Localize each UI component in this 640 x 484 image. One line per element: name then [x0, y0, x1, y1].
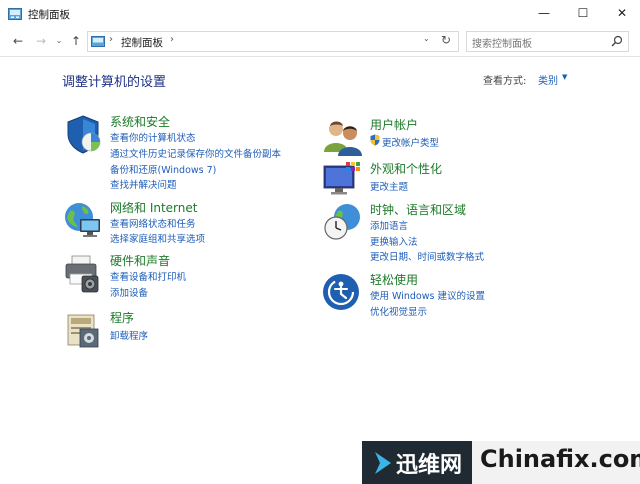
- view-by-label: 查看方式:: [483, 76, 527, 87]
- forward-button[interactable]: →: [33, 33, 49, 49]
- breadcrumb-control-panel[interactable]: 控制面板: [121, 35, 163, 50]
- category-title-network-internet[interactable]: 网络和 Internet: [110, 199, 197, 216]
- link-backup-restore[interactable]: 备份和还原(Windows 7): [110, 162, 216, 176]
- up-button[interactable]: ↑: [68, 33, 84, 49]
- category-title-appearance[interactable]: 外观和个性化: [370, 160, 442, 177]
- refresh-button[interactable]: ↻: [441, 33, 451, 47]
- control-panel-icon: [91, 36, 105, 47]
- link-devices-printers[interactable]: 查看设备和打印机: [110, 269, 186, 283]
- globe-network-icon[interactable]: [62, 199, 104, 241]
- category-title-system-security[interactable]: 系统和安全: [110, 113, 170, 130]
- recent-locations-button[interactable]: ⌄: [51, 33, 67, 49]
- category-title-programs[interactable]: 程序: [110, 309, 134, 326]
- page-title: 调整计算机的设置: [62, 75, 167, 90]
- link-change-date-time-format[interactable]: 更改日期、时间或数字格式: [370, 249, 484, 263]
- link-recommended-settings[interactable]: 使用 Windows 建议的设置: [370, 288, 485, 302]
- close-button[interactable]: ✕: [600, 0, 640, 27]
- uac-shield-icon: [370, 134, 380, 146]
- link-change-input-method[interactable]: 更换输入法: [370, 234, 418, 248]
- link-add-language[interactable]: 添加语言: [370, 218, 408, 232]
- minimize-button[interactable]: —: [522, 0, 566, 27]
- search-box[interactable]: 搜索控制面板: [466, 31, 629, 52]
- watermark-brand-cn: 迅维网: [396, 453, 463, 478]
- maximize-button[interactable]: ☐: [561, 0, 605, 27]
- address-bar[interactable]: › 控制面板 › ⌄ ↻: [87, 31, 459, 52]
- back-button[interactable]: ←: [10, 33, 26, 49]
- watermark-logo-icon: [375, 452, 391, 474]
- monitor-palette-icon[interactable]: [322, 160, 364, 202]
- category-title-hardware-sound[interactable]: 硬件和声音: [110, 252, 170, 269]
- link-optimize-visual-display[interactable]: 优化视觉显示: [370, 304, 427, 318]
- view-by-dropdown[interactable]: 类别: [538, 72, 558, 87]
- users-icon[interactable]: [322, 116, 364, 158]
- breadcrumb-separator[interactable]: ›: [170, 34, 174, 45]
- breadcrumb-separator[interactable]: ›: [109, 34, 113, 45]
- link-homegroup-sharing[interactable]: 选择家庭组和共享选项: [110, 231, 205, 245]
- link-change-account-type[interactable]: 更改帐户类型: [382, 135, 439, 149]
- search-icon[interactable]: [611, 35, 623, 47]
- category-title-ease-of-access[interactable]: 轻松使用: [370, 271, 418, 288]
- chevron-down-icon[interactable]: ▼: [562, 73, 567, 81]
- programs-icon[interactable]: [62, 309, 104, 351]
- link-file-history[interactable]: 通过文件历史记录保存你的文件备份副本: [110, 146, 281, 160]
- search-placeholder[interactable]: 搜索控制面板: [472, 35, 532, 50]
- link-network-status[interactable]: 查看网络状态和任务: [110, 216, 196, 230]
- link-uninstall-program[interactable]: 卸载程序: [110, 328, 148, 342]
- navigation-bar: ← → ⌄ ↑ › 控制面板 › ⌄ ↻ 搜索控制面板: [0, 27, 640, 57]
- printer-speaker-icon[interactable]: [62, 252, 104, 294]
- address-dropdown-button[interactable]: ⌄: [423, 34, 430, 43]
- title-bar: 控制面板 — ☐ ✕: [0, 0, 640, 27]
- category-title-clock-language-region[interactable]: 时钟、语言和区域: [370, 201, 466, 218]
- window-title: 控制面板: [28, 9, 70, 21]
- link-add-device[interactable]: 添加设备: [110, 285, 148, 299]
- category-title-user-accounts[interactable]: 用户帐户: [370, 116, 418, 133]
- watermark-brand-en: Chinafix.com: [480, 445, 640, 473]
- link-change-theme[interactable]: 更改主题: [370, 179, 408, 193]
- ease-of-access-icon[interactable]: [322, 271, 364, 313]
- shield-icon[interactable]: [62, 113, 104, 155]
- link-view-computer-status[interactable]: 查看你的计算机状态: [110, 130, 196, 144]
- clock-globe-icon[interactable]: [322, 201, 364, 243]
- link-troubleshoot[interactable]: 查找并解决问题: [110, 177, 177, 191]
- control-panel-icon: [8, 8, 22, 20]
